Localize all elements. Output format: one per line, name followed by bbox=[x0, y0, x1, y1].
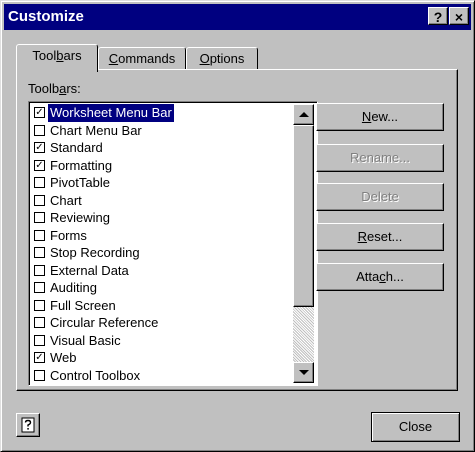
checkbox[interactable] bbox=[34, 282, 45, 293]
list-item[interactable]: Chart Menu Bar bbox=[31, 122, 299, 140]
list-item-label: Formatting bbox=[50, 157, 113, 173]
list-item-label: Web bbox=[50, 350, 77, 365]
checkbox[interactable] bbox=[34, 177, 45, 188]
toolbars-list[interactable]: Control Toolbox ✓ Web Visual Basic Circular … bbox=[28, 101, 318, 386]
attach-button[interactable]: Attach... bbox=[316, 263, 444, 291]
list-item-label: Auditing bbox=[50, 280, 97, 295]
tab-options[interactable]: Options bbox=[186, 47, 258, 71]
checkbox[interactable] bbox=[34, 229, 45, 241]
list-item[interactable]: Stop Recording bbox=[31, 244, 299, 262]
checkbox[interactable]: ✓ bbox=[34, 352, 45, 363]
checkbox[interactable] bbox=[34, 369, 45, 381]
close-button[interactable]: Close bbox=[371, 412, 460, 442]
help-button[interactable]: ? bbox=[428, 7, 448, 25]
list-item[interactable]: Control Toolbox bbox=[31, 367, 299, 385]
checkbox[interactable] bbox=[34, 194, 45, 206]
list-item-label: PivotTable bbox=[50, 175, 110, 190]
checkbox[interactable] bbox=[34, 334, 45, 346]
list-item-label: Reviewing bbox=[50, 210, 110, 225]
list-item[interactable]: Auditing bbox=[31, 279, 299, 297]
list-item-label: Chart bbox=[50, 192, 82, 208]
list-item[interactable]: Forms bbox=[31, 227, 299, 245]
scroll-up-button[interactable] bbox=[293, 104, 314, 125]
question-icon bbox=[21, 417, 35, 433]
list-item[interactable]: PivotTable bbox=[31, 174, 299, 192]
delete-button[interactable]: Delete bbox=[316, 183, 444, 211]
dialog-title: Customize bbox=[8, 8, 84, 25]
list-item[interactable]: Visual Basic bbox=[31, 332, 299, 350]
list-item[interactable]: Chart bbox=[31, 192, 299, 210]
customize-dialog: Customize ? × Toolbars Commands Options … bbox=[0, 0, 475, 452]
list-item[interactable]: ✓ Web bbox=[31, 349, 299, 367]
list-item[interactable]: Reviewing bbox=[31, 209, 299, 227]
checkbox[interactable] bbox=[34, 124, 45, 136]
scrollbar-thumb[interactable] bbox=[293, 125, 314, 307]
arrow-up-icon bbox=[299, 112, 309, 117]
list-item-label: Full Screen bbox=[50, 297, 116, 313]
arrow-down-icon bbox=[299, 370, 309, 375]
close-icon[interactable]: × bbox=[449, 7, 469, 25]
checkbox[interactable]: ✓ bbox=[34, 142, 45, 153]
list-item-label: Forms bbox=[50, 227, 87, 243]
title-bar[interactable]: Customize ? × bbox=[4, 4, 471, 30]
list-item-label: Visual Basic bbox=[50, 332, 121, 348]
list-item-label: Chart Menu Bar bbox=[50, 122, 142, 138]
list-item[interactable]: External Data bbox=[31, 262, 299, 280]
list-item[interactable]: Full Screen bbox=[31, 297, 299, 315]
list-item-label: Stop Recording bbox=[50, 245, 140, 260]
list-item[interactable]: ✓ Formatting bbox=[31, 157, 299, 175]
list-item[interactable]: Circular Reference bbox=[31, 314, 299, 332]
reset-button[interactable]: Reset... bbox=[316, 223, 444, 251]
checkbox[interactable] bbox=[34, 247, 45, 258]
checkbox[interactable] bbox=[34, 264, 45, 276]
list-item-label: Standard bbox=[50, 140, 103, 155]
checkbox[interactable] bbox=[34, 299, 45, 311]
tab-toolbars[interactable]: Toolbars bbox=[16, 44, 98, 72]
list-item-label: Control Toolbox bbox=[50, 367, 141, 383]
list-item-label: External Data bbox=[50, 262, 129, 278]
checkbox[interactable]: ✓ bbox=[34, 107, 45, 118]
checkbox[interactable]: ✓ bbox=[34, 159, 45, 171]
checkbox[interactable] bbox=[34, 212, 45, 223]
help-button-bottom[interactable] bbox=[16, 413, 40, 437]
rename-button[interactable]: Rename... bbox=[316, 144, 444, 172]
list-item[interactable]: ✓ Standard bbox=[31, 139, 299, 157]
new-button[interactable]: New... bbox=[316, 103, 444, 131]
toolbars-label: Toolbars: bbox=[28, 81, 81, 96]
list-item-label: Circular Reference bbox=[50, 315, 159, 330]
checkbox[interactable] bbox=[34, 317, 45, 328]
list-item-label: Worksheet Menu Bar bbox=[48, 104, 174, 122]
list-item[interactable]: ✓ Worksheet Menu Bar bbox=[31, 104, 299, 122]
tab-commands[interactable]: Commands bbox=[98, 47, 186, 71]
vertical-scrollbar[interactable] bbox=[293, 104, 314, 383]
scroll-down-button[interactable] bbox=[293, 362, 314, 383]
